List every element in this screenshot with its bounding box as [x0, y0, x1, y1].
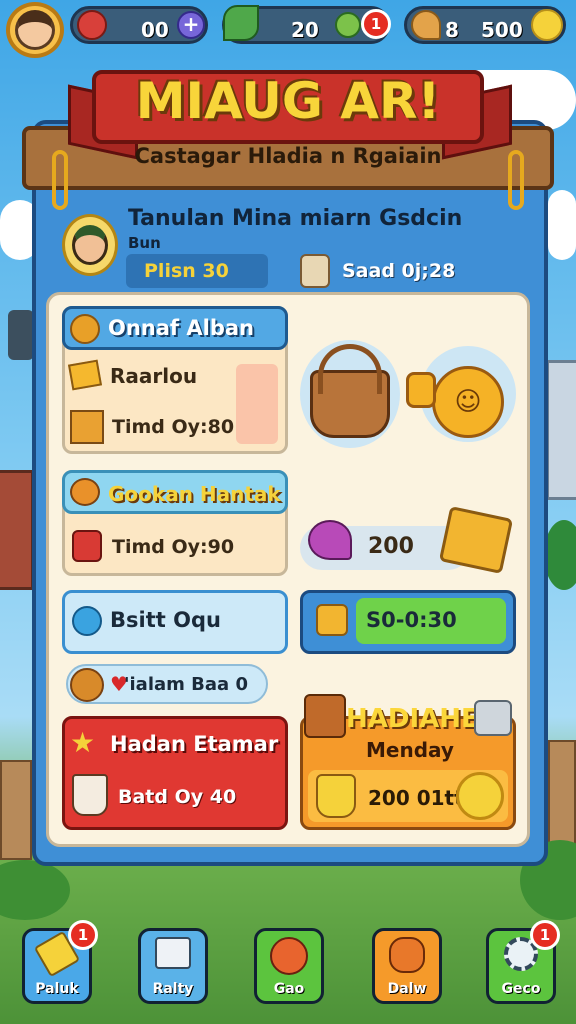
nav-label-4: Dalw	[387, 981, 427, 997]
ticket-icon	[67, 359, 103, 391]
heart-count: 8	[445, 18, 459, 42]
fruit-icon	[77, 10, 107, 40]
gift-shop-subtitle: Menday	[366, 738, 454, 762]
leaf-icon	[223, 5, 259, 41]
coin-icon	[456, 772, 504, 820]
nav-label-5: Geco	[501, 981, 541, 997]
smiley-mascot-icon[interactable]: ☺	[432, 366, 504, 438]
profile-avatar[interactable]	[6, 2, 64, 58]
game-title: MIAUG AR!	[135, 72, 441, 130]
plus-icon[interactable]: +	[177, 11, 205, 39]
resource-bar-1[interactable]: 00 +	[70, 6, 208, 44]
player-stat-1: Plisn 30	[144, 260, 229, 282]
player-stat-2: Saad 0j;28	[342, 260, 456, 282]
cloud	[548, 190, 576, 260]
quest-card-1-line2: Timd Oy:80	[112, 416, 235, 438]
hanging-chain-icon	[508, 150, 524, 210]
quest-card-4-title: Hadan Etamar	[110, 732, 279, 756]
palm-bush	[544, 520, 576, 590]
heart-icon	[411, 10, 441, 40]
nav-button-3[interactable]: Gao	[254, 928, 324, 1004]
badge-icon	[389, 937, 425, 973]
star-icon: ★	[70, 726, 96, 759]
gift-shop-value: 200 01tt	[368, 786, 464, 810]
jar-icon	[300, 254, 330, 288]
hanging-chain-icon	[52, 150, 68, 210]
resource-bar-3[interactable]: 8 500	[404, 6, 566, 44]
grid-icon	[155, 937, 191, 969]
quest-card-2-title: Gookan Hantak	[108, 482, 281, 506]
timer-value: S0-0:30	[366, 608, 457, 632]
nav-label-1: Paluk	[35, 981, 79, 997]
quest-card-2-line1: Timd Oy:90	[112, 536, 235, 558]
fence-left	[0, 760, 32, 860]
drink-icon	[72, 774, 108, 816]
player-headline: Tanulan Mina miarn Gsdcin	[128, 206, 463, 231]
globe-icon	[72, 606, 102, 636]
nav-button-2[interactable]: Ralty	[138, 928, 208, 1004]
quest-card-3-label: Bsitt Oqu	[110, 608, 221, 632]
thumbs-up-icon	[406, 372, 436, 408]
red-box-icon	[72, 530, 102, 562]
plant-pot-icon	[304, 694, 346, 738]
resource-3-value: 500	[481, 18, 523, 42]
player-portrait	[62, 214, 118, 276]
resource-2-value: 20	[291, 18, 319, 42]
player-face-icon	[72, 225, 108, 265]
bush	[0, 860, 70, 920]
lollipop-icon	[308, 520, 352, 560]
nav-label-3: Gao	[273, 981, 305, 997]
house-left	[0, 470, 34, 590]
gold-coin-icon	[531, 9, 563, 41]
can-icon	[474, 700, 512, 736]
gift-icon	[316, 604, 348, 636]
house-right	[546, 360, 576, 500]
compass-icon	[70, 668, 104, 702]
nav-1-badge: 1	[68, 920, 98, 950]
quest-card-1-line1: Raarlou	[110, 364, 198, 388]
street-lamp	[8, 310, 34, 360]
magnifier-icon	[270, 937, 308, 975]
resource-bar-2[interactable]: 20 1	[222, 5, 391, 44]
resource-2-badge: 1	[361, 9, 391, 39]
gift-shop-title: HADIAHE	[346, 704, 479, 734]
player-name: Bun	[128, 234, 161, 252]
shield-icon	[70, 314, 100, 344]
banner-subtitle: Castagar Hladia n Rgaiain	[134, 144, 442, 168]
fence-right	[548, 740, 576, 850]
trophy-icon	[316, 774, 356, 818]
nav-label-2: Ralty	[152, 981, 194, 997]
event-tag-label: 'ialam Baa 0	[124, 674, 248, 695]
resource-1-value: 00	[141, 18, 169, 42]
cookie-icon	[70, 478, 100, 506]
reward-1-value: 200	[368, 534, 414, 559]
nav-5-badge: 1	[530, 920, 560, 950]
quest-card-4-line1: Batd Oy 40	[118, 786, 237, 808]
nav-button-4[interactable]: Dalw	[372, 928, 442, 1004]
avatar-face-icon	[15, 10, 55, 50]
quest-card-1-title: Onnaf Alban	[108, 316, 254, 340]
box-icon	[70, 410, 104, 444]
gem-icon	[335, 12, 361, 38]
cup-icon	[236, 364, 278, 444]
